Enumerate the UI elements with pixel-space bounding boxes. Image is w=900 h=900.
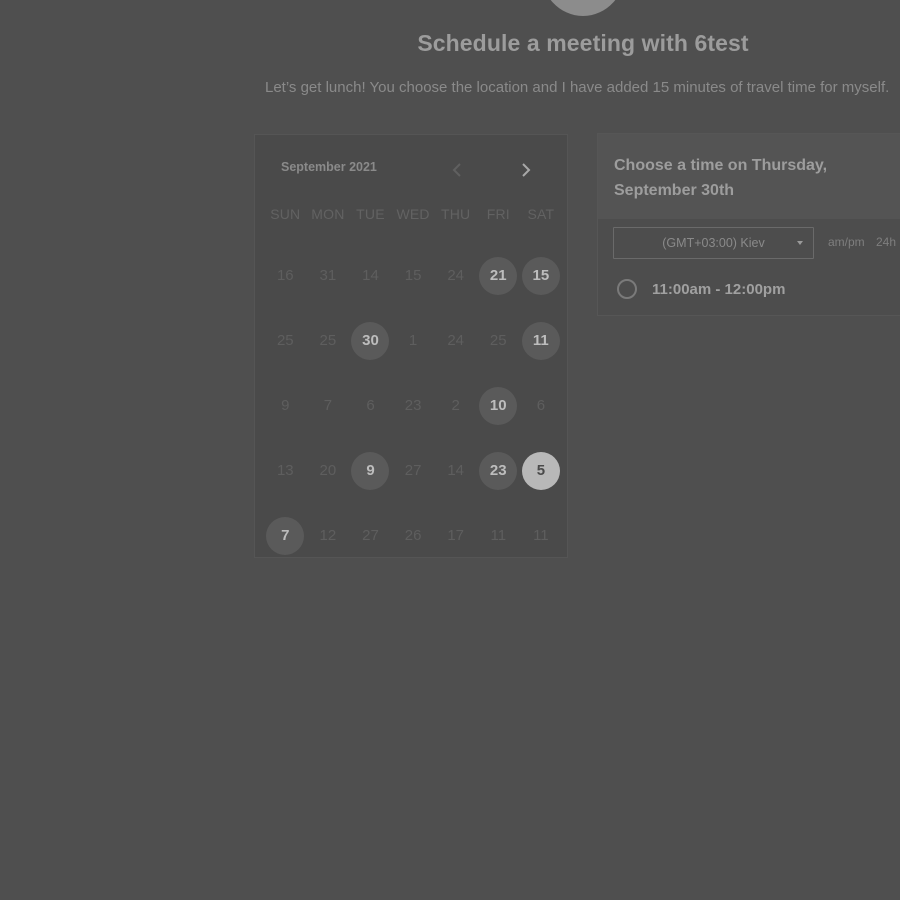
day-number: 6 <box>366 397 375 414</box>
calendar: September 2021 SUN MON TUE WED THU FRI SAT 16 3… <box>254 134 568 558</box>
calendar-day: 25 <box>307 308 350 373</box>
calendar-day: 6 <box>520 373 563 438</box>
timezone-value: (GMT+03:00) Kiev <box>662 236 765 250</box>
day-number: 1 <box>408 332 418 349</box>
day-number: 21 <box>479 256 518 295</box>
calendar-day: 24 <box>434 243 477 308</box>
weekday-label: SAT <box>527 206 555 222</box>
timezone-select[interactable]: (GMT+03:00) Kiev <box>613 227 814 259</box>
times-header: Choose a time on Thursday, September 30t… <box>598 134 900 219</box>
chevron-right-icon <box>522 163 531 177</box>
day-number: 25 <box>319 332 337 349</box>
day-number: 12 <box>319 527 337 544</box>
calendar-day: 23 <box>392 373 435 438</box>
calendar-day-available[interactable]: 21 <box>477 243 520 308</box>
calendar-day: 17 <box>434 503 477 568</box>
day-number: 24 <box>447 267 465 284</box>
calendar-day: 25 <box>477 308 520 373</box>
calendar-day: 25 <box>264 308 307 373</box>
day-number: 11 <box>533 527 549 544</box>
month-label: September 2021 <box>281 160 377 174</box>
calendar-day: 27 <box>392 438 435 503</box>
day-number: 25 <box>489 332 507 349</box>
format-24h-toggle[interactable]: 24h <box>876 235 896 249</box>
day-number: 10 <box>479 386 518 425</box>
calendar-day: 27 <box>349 503 392 568</box>
format-ampm-toggle[interactable]: am/pm <box>828 235 865 249</box>
calendar-day: 2 <box>434 373 477 438</box>
page-title: Schedule a meeting with 6test <box>417 30 749 56</box>
weekday-label: WED <box>396 206 430 222</box>
day-number: 13 <box>276 462 294 479</box>
weekday-label: FRI <box>486 206 510 222</box>
weekday-label: MON <box>311 206 345 222</box>
calendar-day: 14 <box>349 243 392 308</box>
calendar-day-selected[interactable]: 5 <box>520 438 563 503</box>
day-number: 2 <box>451 397 460 414</box>
day-number: 26 <box>404 527 422 544</box>
next-month-button[interactable] <box>514 158 538 182</box>
day-number: 15 <box>521 256 560 295</box>
page-subtitle: Let’s get lunch! You choose the location… <box>265 79 890 96</box>
calendar-day: 11 <box>520 503 563 568</box>
chevron-left-icon <box>452 163 461 177</box>
calendar-day: 11 <box>477 503 520 568</box>
calendar-day-available[interactable]: 15 <box>520 243 563 308</box>
calendar-day: 13 <box>264 438 307 503</box>
calendar-day: 20 <box>307 438 350 503</box>
day-number: 5 <box>521 451 560 490</box>
calendar-day-available[interactable]: 10 <box>477 373 520 438</box>
day-number: 6 <box>536 397 546 414</box>
day-number: 17 <box>447 527 465 544</box>
avatar <box>540 0 626 16</box>
weekday-header: SUN MON TUE WED THU FRI SAT <box>264 206 562 226</box>
time-slots-panel: Choose a time on Thursday, September 30t… <box>597 133 900 316</box>
day-number: 11 <box>490 527 507 544</box>
calendar-day: 31 <box>307 243 350 308</box>
day-number: 9 <box>351 451 390 490</box>
day-number: 25 <box>276 332 294 349</box>
day-number: 14 <box>362 267 379 284</box>
weekday-label: TUE <box>356 206 385 222</box>
day-number: 11 <box>521 321 560 360</box>
calendar-day: 1 <box>392 308 435 373</box>
calendar-day: 15 <box>392 243 435 308</box>
calendar-day: 14 <box>434 438 477 503</box>
calendar-day-available[interactable]: 23 <box>477 438 520 503</box>
calendar-day-available[interactable]: 30 <box>349 308 392 373</box>
time-slot-radio[interactable] <box>617 279 637 299</box>
calendar-day: 26 <box>392 503 435 568</box>
calendar-day-available[interactable]: 7 <box>264 503 307 568</box>
weekday-label: THU <box>440 206 471 222</box>
caret-down-icon <box>797 241 803 245</box>
day-number: 15 <box>404 267 422 284</box>
calendar-day-available[interactable]: 11 <box>520 308 563 373</box>
calendar-day: 6 <box>349 373 392 438</box>
day-number: 27 <box>362 527 379 544</box>
calendar-day: 24 <box>434 308 477 373</box>
calendar-day: 9 <box>264 373 307 438</box>
calendar-day-available[interactable]: 9 <box>349 438 392 503</box>
day-number: 31 <box>319 267 337 284</box>
day-number: 23 <box>404 397 422 414</box>
prev-month-button[interactable] <box>445 158 469 182</box>
day-number: 20 <box>319 462 337 479</box>
day-number: 14 <box>447 462 465 479</box>
calendar-day: 12 <box>307 503 350 568</box>
day-number: 7 <box>266 516 305 555</box>
day-number: 23 <box>479 451 518 490</box>
weekday-label: SUN <box>270 206 301 222</box>
time-slot-label[interactable]: 11:00am - 12:00pm <box>652 281 785 298</box>
day-number: 16 <box>276 267 294 284</box>
calendar-day: 16 <box>264 243 307 308</box>
times-heading: Choose a time on Thursday, September 30t… <box>614 157 828 199</box>
calendar-days: 16 31 14 15 24 21 15 25 25 30 1 24 25 11 9 7 6 23 2 10 6 13 20… <box>264 243 562 568</box>
day-number: 30 <box>351 321 390 360</box>
day-number: 9 <box>281 397 290 414</box>
day-number: 24 <box>447 332 465 349</box>
day-number: 7 <box>323 397 333 414</box>
day-number: 27 <box>404 462 422 479</box>
calendar-day: 7 <box>307 373 350 438</box>
